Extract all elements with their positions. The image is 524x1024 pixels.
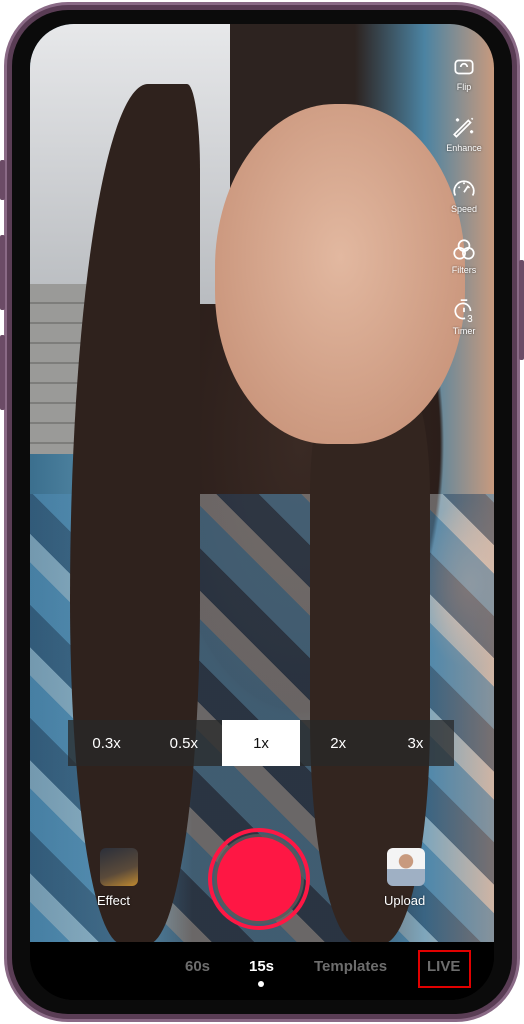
zoom-option[interactable]: 2x xyxy=(300,720,377,766)
mode-15s[interactable]: 15s xyxy=(249,958,274,975)
zoom-selector: 0.3x 0.5x 1x 2x 3x xyxy=(68,720,454,766)
filters-label: Filters xyxy=(451,265,477,275)
enhance-label: Enhance xyxy=(446,143,482,153)
effect-button[interactable] xyxy=(100,848,138,886)
selected-mode-indicator xyxy=(258,981,264,987)
filters-button[interactable]: Filters xyxy=(451,237,477,298)
live-highlight-box xyxy=(418,950,471,988)
speed-label: Speed xyxy=(450,204,478,214)
flip-label: Flip xyxy=(456,82,472,92)
flip-camera-icon xyxy=(454,59,474,75)
mode-bar: 60s 15s Templates LIVE xyxy=(30,942,494,1000)
svg-text:3: 3 xyxy=(467,314,472,324)
record-inner xyxy=(217,837,301,921)
phone-volume-down xyxy=(0,335,5,410)
zoom-option-selected[interactable]: 1x xyxy=(222,720,300,766)
effect-label: Effect xyxy=(97,893,131,908)
camera-preview xyxy=(30,24,494,944)
upload-button[interactable] xyxy=(387,848,425,886)
mode-60s[interactable]: 60s xyxy=(185,958,210,975)
phone-volume-up xyxy=(0,235,5,310)
timer-button[interactable]: 3 Timer xyxy=(451,298,477,359)
enhance-button[interactable]: Enhance xyxy=(446,115,482,176)
record-button[interactable] xyxy=(208,828,310,930)
timer-icon: 3 xyxy=(454,299,473,324)
filters-icon xyxy=(453,239,475,260)
magic-wand-icon xyxy=(453,117,474,138)
zoom-option[interactable]: 0.5x xyxy=(145,720,222,766)
flip-button[interactable]: Flip xyxy=(451,54,477,115)
speedometer-icon xyxy=(453,180,475,196)
zoom-option[interactable]: 0.3x xyxy=(68,720,145,766)
upload-label: Upload xyxy=(384,893,426,908)
phone-power-button xyxy=(519,260,524,360)
zoom-option[interactable]: 3x xyxy=(377,720,454,766)
camera-screen: Flip Enhance Speed Filters 3 Timer 0.3x … xyxy=(30,24,494,1000)
mode-templates[interactable]: Templates xyxy=(314,958,387,975)
timer-label: Timer xyxy=(452,326,476,336)
speed-button[interactable]: Speed xyxy=(451,176,477,237)
phone-side-button xyxy=(0,160,5,200)
side-toolbar: Flip Enhance Speed Filters 3 Timer xyxy=(440,54,488,359)
